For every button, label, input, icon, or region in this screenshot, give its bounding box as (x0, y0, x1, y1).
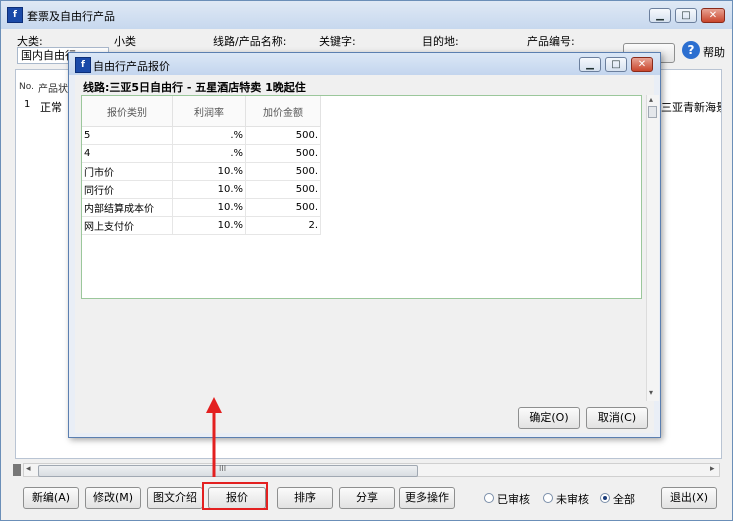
price-row[interactable]: 4.% 500. (82, 144, 321, 163)
price-rate[interactable]: 10.% (172, 180, 246, 199)
price-rate[interactable]: .% (172, 144, 246, 163)
row-product-name: 三亚青新海景 (661, 101, 721, 114)
price-row[interactable]: 5.% 500. (82, 126, 321, 145)
price-amount[interactable]: 500. (245, 144, 321, 163)
price-grid[interactable]: 报价类别 利润率 加价金额 5.% 500. 4.% 500. 门市价 10.% 500… (81, 95, 642, 299)
dialog-vertical-scrollbar[interactable]: ▴ ▾ (646, 95, 659, 401)
price-amount[interactable]: 500. (245, 126, 321, 145)
price-type: 网上支付价 (82, 216, 173, 235)
arrow-up-icon (206, 397, 222, 477)
route-text: 线路:三亚5日自由行 - 五星酒店特卖 1晚起住 (83, 81, 306, 94)
minimize-button[interactable]: ▁ (649, 8, 671, 23)
price-rate[interactable]: 10.% (172, 198, 246, 217)
dialog-maximize-button[interactable]: □ (605, 57, 627, 72)
price-rate[interactable]: 10.% (172, 162, 246, 181)
col-header-status: 产品状 (38, 84, 68, 95)
scroll-right-icon[interactable]: ▸ (710, 464, 715, 474)
dialog-title-bar: f 自由行产品报价 ▁ □ ✕ (69, 53, 660, 75)
col-header-no: No. (19, 82, 34, 92)
intro-button[interactable]: 图文介绍 (147, 487, 203, 509)
highlight-box (202, 482, 268, 510)
help-icon[interactable]: ? (682, 41, 700, 59)
dialog-title: 自由行产品报价 (93, 60, 170, 73)
edit-button[interactable]: 修改(M) (85, 487, 141, 509)
price-amount[interactable]: 500. (245, 162, 321, 181)
filter-reviewed-label[interactable]: 已审核 (497, 491, 530, 507)
subcategory-label: 小类 (114, 35, 136, 48)
app-icon: f (7, 7, 23, 23)
window-title: 套票及自由行产品 (27, 10, 115, 23)
price-amount[interactable]: 2. (245, 216, 321, 235)
col-header-type: 报价类别 (82, 96, 173, 127)
exit-button[interactable]: 退出(X) (661, 487, 717, 509)
price-rate[interactable]: .% (172, 126, 246, 145)
scroll-marker (13, 464, 21, 476)
scroll-up-icon[interactable]: ▴ (649, 95, 653, 104)
dialog-body: 线路:三亚5日自由行 - 五星酒店特卖 1晚起住 报价类别 利润率 加价金额 5… (75, 75, 659, 433)
share-button[interactable]: 分享 (339, 487, 395, 509)
more-actions-button[interactable]: 更多操作 (399, 487, 455, 509)
destination-label: 目的地: (422, 35, 459, 48)
filter-unreviewed-radio[interactable] (543, 493, 553, 503)
product-code-label: 产品编号: (527, 35, 575, 48)
price-type: 同行价 (82, 180, 173, 199)
new-button[interactable]: 新编(A) (23, 487, 79, 509)
title-bar: f 套票及自由行产品 ▁ □ ✕ (1, 1, 732, 29)
keyword-label: 关键字: (319, 35, 356, 48)
price-amount[interactable]: 500. (245, 198, 321, 217)
dialog-app-icon: f (75, 57, 91, 73)
quote-dialog: f 自由行产品报价 ▁ □ ✕ 线路:三亚5日自由行 - 五星酒店特卖 1晚起住… (68, 52, 661, 438)
help-label[interactable]: 帮助 (703, 44, 725, 60)
close-button[interactable]: ✕ (701, 8, 725, 23)
horizontal-scrollbar[interactable]: ◂ III ▸ (23, 463, 720, 477)
ok-button[interactable]: 确定(O) (518, 407, 580, 429)
price-type: 门市价 (82, 162, 173, 181)
filter-all-radio[interactable] (600, 493, 610, 503)
filter-reviewed-radio[interactable] (484, 493, 494, 503)
route-label: 线路/产品名称: (213, 35, 287, 48)
price-amount[interactable]: 500. (245, 180, 321, 199)
price-table: 报价类别 利润率 加价金额 5.% 500. 4.% 500. 门市价 10.% 500… (82, 96, 321, 235)
price-type: 5 (82, 126, 173, 145)
maximize-button[interactable]: □ (675, 8, 697, 23)
price-rate[interactable]: 10.% (172, 216, 246, 235)
sort-button[interactable]: 排序 (277, 487, 333, 509)
dialog-scroll-thumb[interactable] (648, 106, 657, 118)
col-header-amount: 加价金额 (245, 96, 321, 127)
price-type: 内部结算成本价 (82, 198, 173, 217)
scroll-down-icon[interactable]: ▾ (649, 388, 653, 397)
price-type: 4 (82, 144, 173, 163)
scroll-left-icon[interactable]: ◂ (26, 464, 31, 474)
col-header-rate: 利润率 (172, 96, 246, 127)
price-row[interactable]: 网上支付价 10.% 2. (82, 216, 321, 235)
row-status: 正常 (40, 101, 62, 114)
price-row[interactable]: 同行价 10.% 500. (82, 180, 321, 199)
filter-unreviewed-label[interactable]: 未审核 (556, 491, 589, 507)
dialog-minimize-button[interactable]: ▁ (579, 57, 601, 72)
dialog-close-button[interactable]: ✕ (631, 57, 653, 72)
filter-all-label[interactable]: 全部 (613, 491, 635, 507)
bottom-toolbar: 新编(A) 修改(M) 图文介绍 报价 排序 分享 更多操作 已审核 未审核 全… (15, 481, 720, 513)
cancel-button[interactable]: 取消(C) (586, 407, 648, 429)
row-no: 1 (24, 99, 31, 110)
price-row[interactable]: 门市价 10.% 500. (82, 162, 321, 181)
price-table-header: 报价类别 利润率 加价金额 (82, 96, 321, 127)
price-row[interactable]: 内部结算成本价 10.% 500. (82, 198, 321, 217)
